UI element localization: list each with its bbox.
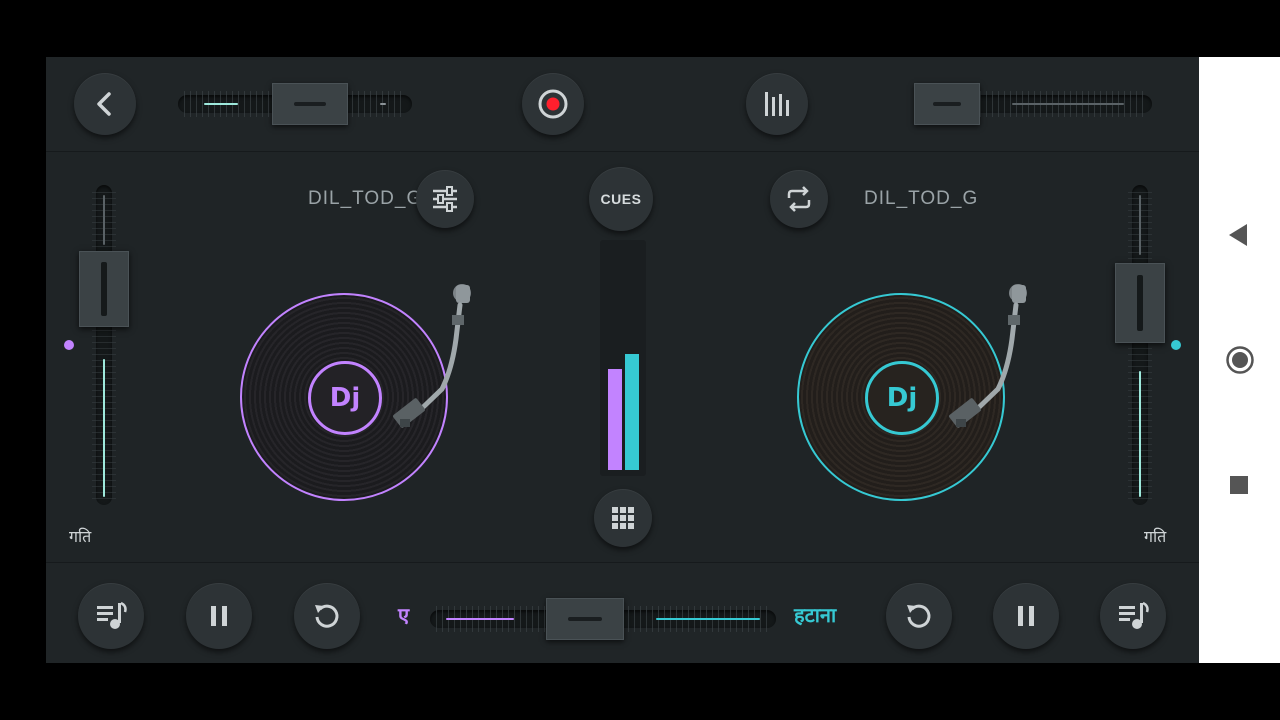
bars-icon <box>765 92 789 116</box>
grid-icon <box>612 507 634 529</box>
triangle-left-icon[interactable] <box>1228 223 1248 247</box>
deck-a-pause-button[interactable] <box>186 583 252 649</box>
deck-a-tonearm <box>393 284 471 428</box>
record-icon <box>538 89 568 119</box>
deck-b-logo: Dj <box>865 361 939 435</box>
playlist-icon <box>1119 601 1149 629</box>
deck-b-pitch-slider[interactable] <box>1115 185 1165 505</box>
slider-fill-top <box>1139 195 1141 255</box>
cues-button[interactable]: CUES <box>589 167 653 231</box>
meter-bar-a <box>608 369 622 470</box>
slider-fill-right <box>380 103 386 105</box>
crossfader-right-label: हटाना <box>794 603 837 627</box>
slider-fill <box>1139 371 1141 497</box>
repeat-icon <box>787 186 811 212</box>
deck-b-speed-label: गति <box>1144 527 1167 546</box>
deck-a-rewind-button[interactable] <box>294 583 360 649</box>
level-meter <box>600 240 646 476</box>
crossfader-slider[interactable] <box>430 598 776 640</box>
back-button[interactable] <box>74 73 136 135</box>
slider-knob[interactable] <box>79 251 129 327</box>
slider-fill-top <box>103 195 105 245</box>
pads-button[interactable] <box>594 489 652 547</box>
deck-a-playlist-button[interactable] <box>78 583 144 649</box>
deck-b-pitch-indicator <box>1171 340 1181 350</box>
bottom-bar: ए हटाना <box>46 562 1199 663</box>
deck-b-tonearm <box>949 284 1027 428</box>
top-bar <box>46 57 1199 152</box>
deck-a-track-title: DIL_TOD_G <box>308 188 420 209</box>
deck-b-track-title: DIL_TOD_G <box>864 188 978 209</box>
deck-a-speed-label: गति <box>69 527 92 546</box>
circle-icon[interactable] <box>1225 345 1255 375</box>
system-nav-bar <box>1199 57 1280 663</box>
slider-knob[interactable] <box>1115 263 1165 343</box>
crossfader-knob[interactable] <box>546 598 624 640</box>
chevron-left-icon <box>97 92 111 116</box>
slider-fill <box>1012 103 1124 105</box>
slider-knob[interactable] <box>272 83 348 125</box>
dj-app: गति DIL_TOD_G Dj CUES DIL_TOD_G Dj गति ए… <box>46 57 1199 663</box>
deck-a-logo: Dj <box>308 361 382 435</box>
crossfader-left-label: ए <box>398 603 410 627</box>
equalizer-button[interactable] <box>746 73 808 135</box>
record-button[interactable] <box>522 73 584 135</box>
deck-b-volume-slider[interactable] <box>914 83 1152 125</box>
deck-a-fx-button[interactable] <box>416 170 474 228</box>
slider-knob[interactable] <box>914 83 980 125</box>
deck-b-playlist-button[interactable] <box>1100 583 1166 649</box>
sliders-icon <box>433 186 457 212</box>
crossfader-fill-left <box>446 618 514 620</box>
playlist-icon <box>97 601 127 629</box>
deck-b-rewind-button[interactable] <box>886 583 952 649</box>
crossfader-fill-right <box>656 618 760 620</box>
square-icon[interactable] <box>1229 475 1249 495</box>
deck-b-pause-button[interactable] <box>993 583 1059 649</box>
meter-bar-b <box>625 354 639 470</box>
deck-a-pitch-slider[interactable] <box>79 185 129 505</box>
pause-icon <box>1018 606 1034 626</box>
deck-a-volume-slider[interactable] <box>178 83 412 125</box>
slider-fill <box>204 103 238 105</box>
slider-fill <box>103 359 105 497</box>
rotate-left-icon <box>315 604 339 628</box>
rotate-left-icon <box>907 604 931 628</box>
deck-b-loop-button[interactable] <box>770 170 828 228</box>
deck-a-pitch-indicator <box>64 340 74 350</box>
pause-icon <box>211 606 227 626</box>
